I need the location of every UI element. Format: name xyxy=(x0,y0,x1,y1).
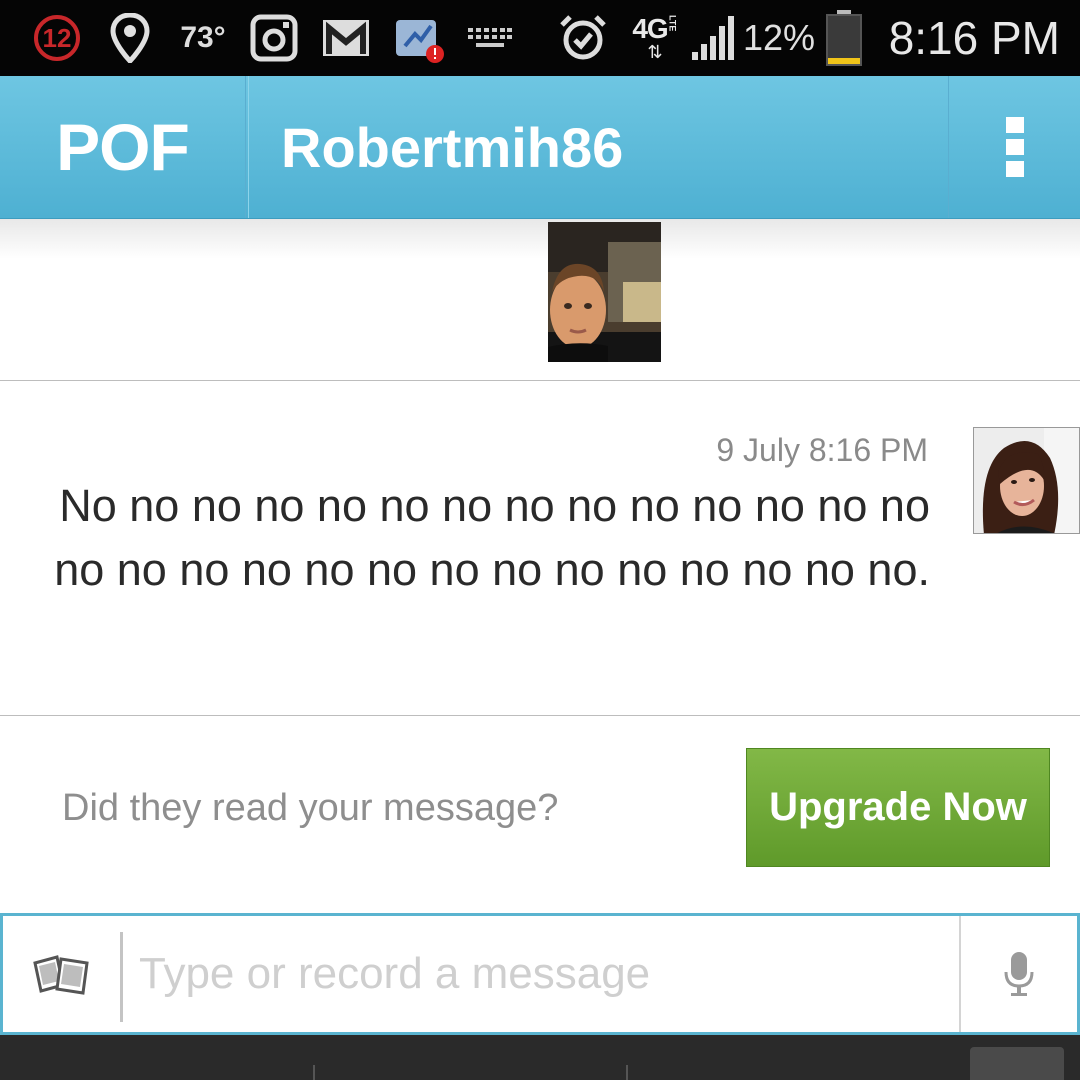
action-bar: POF Robertmih86 xyxy=(0,76,1080,219)
message-item[interactable]: 9 July 8:16 PM No no no no no no no no n… xyxy=(0,382,1080,716)
signal-strength-icon xyxy=(688,0,740,76)
location-icon xyxy=(108,0,152,76)
upgrade-now-button[interactable]: Upgrade Now xyxy=(746,748,1050,867)
notification-count-icon: 12 xyxy=(30,0,84,76)
alarm-icon xyxy=(556,0,610,76)
instagram-icon xyxy=(248,0,300,76)
keyboard-key[interactable] xyxy=(970,1047,1064,1080)
keyboard-separator xyxy=(626,1065,628,1080)
battery-percent: 12% xyxy=(742,17,816,58)
keyboard-icon xyxy=(466,0,514,76)
keyboard-separator xyxy=(313,1065,315,1080)
battery-icon xyxy=(822,0,866,76)
message-composer xyxy=(0,913,1080,1035)
overflow-menu-icon[interactable] xyxy=(948,76,1080,218)
conversation-title[interactable]: Robertmih86 xyxy=(248,76,948,218)
message-text: No no no no no no no no no no no no no n… xyxy=(54,480,930,595)
network-type: 4G xyxy=(632,13,668,44)
network-subtype: LTE xyxy=(667,15,678,32)
status-bar: 12 73° 4G LTE ⇅ 12% 8:16 PM xyxy=(0,0,1080,76)
contact-profile-photo[interactable] xyxy=(548,222,661,362)
menu-dot xyxy=(1005,139,1024,155)
profile-header xyxy=(0,219,1080,381)
network-4g-icon: 4G LTE ⇅ xyxy=(624,0,686,76)
notification-count: 12 xyxy=(34,15,80,61)
app-logo[interactable]: POF xyxy=(0,76,246,218)
input-divider xyxy=(120,932,123,1022)
keyboard-top-edge xyxy=(0,1035,1080,1080)
gmail-icon xyxy=(320,0,372,76)
sender-avatar[interactable] xyxy=(973,427,1080,534)
menu-dot xyxy=(1005,117,1024,133)
temperature: 73° xyxy=(180,21,226,54)
app-alert-icon xyxy=(392,0,446,76)
upgrade-prompt: Did they read your message? Upgrade Now xyxy=(0,717,1080,913)
read-receipt-question: Did they read your message? xyxy=(62,787,559,829)
microphone-icon[interactable] xyxy=(959,916,1077,1032)
clock: 8:16 PM xyxy=(888,12,1060,64)
message-input[interactable] xyxy=(125,916,959,1032)
message-timestamp: 9 July 8:16 PM xyxy=(716,432,928,468)
menu-dot xyxy=(1005,161,1024,177)
attach-photo-icon[interactable] xyxy=(3,916,121,1032)
data-arrows-icon: ⇅ xyxy=(647,42,663,62)
